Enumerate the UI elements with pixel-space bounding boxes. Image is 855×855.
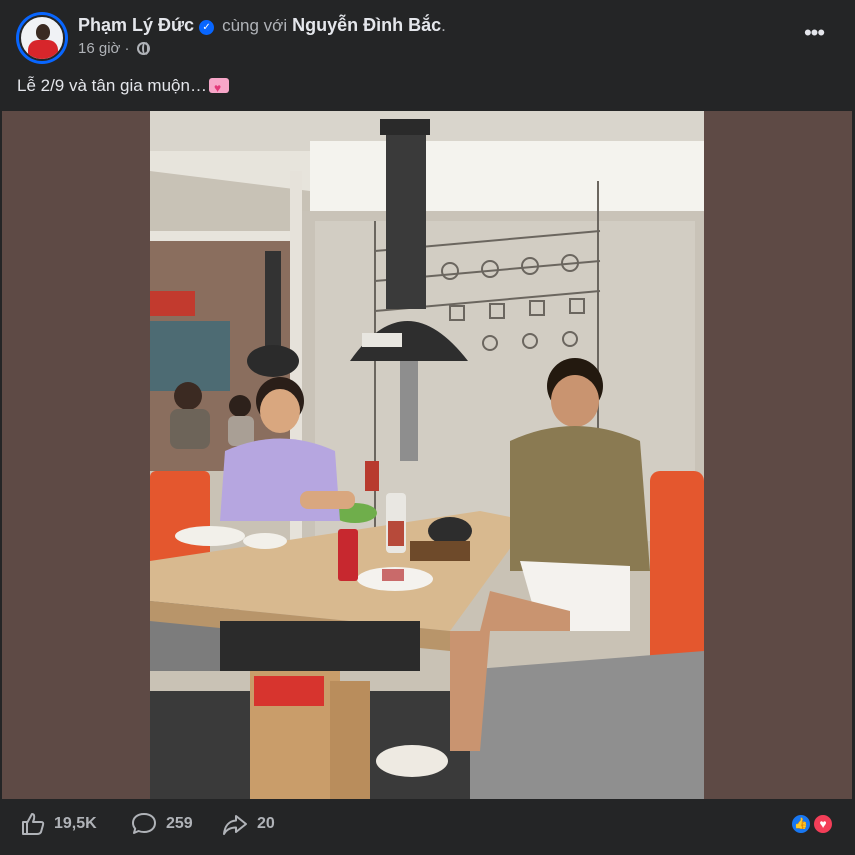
share-button[interactable]: 20 — [221, 811, 275, 837]
post-header: Phạm Lý Đức ✓ cùng với Nguyễn Đình Bắc. 1… — [0, 0, 855, 70]
share-arrow-icon — [223, 815, 247, 835]
reaction-summary[interactable]: 👍 ♥ — [790, 813, 838, 835]
verified-badge-icon: ✓ — [199, 20, 215, 35]
with-text: cùng với — [222, 16, 288, 35]
share-count: 20 — [257, 815, 275, 833]
post-footer: 19,5K 259 20 👍 ♥ — [0, 799, 855, 855]
photo-container[interactable] — [2, 111, 852, 799]
globe-icon[interactable] — [136, 42, 150, 55]
restaurant-photo-illustration — [150, 111, 704, 799]
like-button[interactable]: 19,5K — [20, 811, 97, 837]
author-line: Phạm Lý Đức ✓ cùng với Nguyễn Đình Bắc. — [78, 14, 446, 37]
more-options-button[interactable]: ••• — [796, 21, 832, 49]
facebook-post: Phạm Lý Đức ✓ cùng với Nguyễn Đình Bắc. 1… — [0, 0, 855, 855]
caption-text: Lễ 2/9 và tân gia muộn… — [17, 76, 207, 95]
post-photo[interactable] — [150, 111, 704, 799]
meta-separator: · — [124, 40, 130, 57]
exhaust-hood-pipe — [386, 119, 426, 309]
post-caption: Lễ 2/9 và tân gia muộn… — [17, 75, 229, 99]
comment-count: 259 — [166, 815, 193, 833]
post-meta: 16 giờ · — [78, 40, 150, 58]
coke-can — [338, 529, 358, 581]
author-avatar[interactable] — [16, 12, 68, 64]
period: . — [441, 16, 446, 35]
love-reaction-icon: ♥ — [812, 813, 834, 835]
person-right-shirt — [510, 426, 650, 571]
comment-button[interactable]: 259 — [130, 811, 193, 837]
avatar-image — [19, 15, 65, 61]
post-time[interactable]: 16 giờ — [78, 40, 120, 57]
author-name[interactable]: Phạm Lý Đức — [78, 15, 194, 35]
thumbs-up-icon — [22, 813, 45, 835]
avatar-head-shape — [36, 24, 50, 40]
comment-bubble-icon — [132, 813, 156, 834]
like-reaction-icon: 👍 — [790, 813, 812, 835]
sneaker — [376, 745, 448, 777]
tagged-person[interactable]: Nguyễn Đình Bắc — [292, 15, 441, 35]
like-count: 19,5K — [54, 815, 97, 833]
avatar-jersey-shape — [28, 40, 58, 59]
heart-letter-emoji-icon — [208, 77, 229, 99]
